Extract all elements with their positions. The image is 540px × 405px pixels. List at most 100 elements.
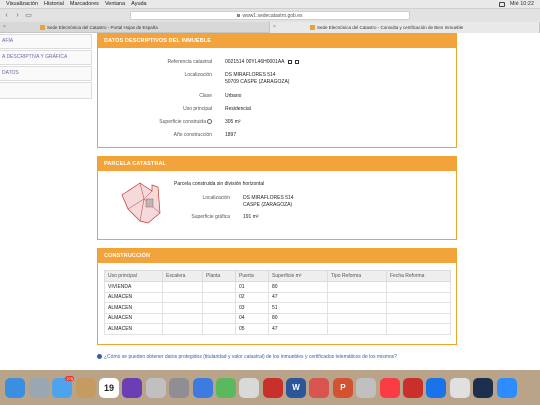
tab-label: Sede Electrónica del Catastro - Portal H… (47, 25, 158, 30)
side-nav: AFÍA A DESCRIPTIVA Y GRÁFICA DATOS (0, 33, 92, 99)
cell-escalera (162, 323, 203, 335)
settings-icon[interactable] (169, 377, 190, 398)
print-icon[interactable] (294, 59, 299, 64)
cell-puerta: 02 (235, 291, 269, 303)
sidenav-item-cartografia[interactable]: AFÍA (0, 34, 92, 49)
battery-icon[interactable] (498, 1, 505, 7)
quicktime-icon[interactable] (473, 377, 494, 398)
calendar-icon[interactable]: 19 (98, 377, 119, 398)
datos-protegidos-link[interactable]: ¿Cómo se pueden obtener datos protegidos… (97, 354, 397, 360)
safari-icon[interactable] (192, 377, 213, 398)
parcela-plan-image[interactable] (118, 177, 164, 229)
parcela-localizacion-line1: DS MIRAFLORES 514 (243, 195, 294, 201)
menubar-clock[interactable]: Mié 10:22 (510, 0, 534, 9)
imovie-icon[interactable] (122, 377, 143, 398)
preview-icon[interactable] (239, 377, 260, 398)
close-tab-icon[interactable]: × (273, 22, 276, 33)
cell-planta (202, 302, 236, 314)
chart-icon[interactable] (215, 377, 236, 398)
menu-visualizacion[interactable]: Visualización (6, 0, 38, 9)
cell-tipo-reforma (327, 281, 387, 293)
cell-tipo-reforma (327, 312, 387, 324)
cell-puerta: 04 (235, 312, 269, 324)
column-header: Superficie m² (268, 270, 328, 282)
column-header: Escalera (162, 270, 203, 282)
cell-puerta: 03 (235, 302, 269, 314)
chrome-icon[interactable] (449, 377, 470, 398)
sidenav-item-datos[interactable]: DATOS (0, 66, 92, 81)
menu-marcadores[interactable]: Marcadores (70, 0, 99, 9)
tab-hojas[interactable]: × Sede Electrónica del Catastro - Portal… (0, 22, 270, 33)
cell-escalera (162, 312, 203, 324)
cell-fecha-reforma (386, 312, 451, 324)
cell-planta (202, 291, 236, 303)
menu-bar: Visualización Historial Marcadores Venta… (0, 0, 540, 9)
tab-bien-inmueble[interactable]: × Sede Electrónica del Catastro - Consul… (270, 22, 540, 33)
menu-ayuda[interactable]: Ayuda (131, 0, 147, 9)
cell-uso: ALMACEN (104, 291, 163, 303)
parcela-localizacion-line2: CASPE (ZARAGOZA) (243, 202, 293, 208)
referencia-label: Referencia catastral (167, 59, 212, 65)
cell-superficie: 51 (268, 302, 328, 314)
menu-historial[interactable]: Historial (44, 0, 64, 9)
column-header: Planta (202, 270, 236, 282)
close-tab-icon[interactable]: × (3, 22, 6, 33)
sidenav-item-consulta-descriptiva[interactable]: A DESCRIPTIVA Y GRÁFICA (0, 50, 92, 65)
pdf-icon[interactable] (309, 377, 330, 398)
no-entry-icon-2[interactable] (356, 377, 377, 398)
parcela-superficie-value: 191 m² (243, 214, 259, 220)
column-header: Fecha Reforma (386, 270, 451, 282)
sidebar-icon[interactable]: ▭ (24, 12, 33, 20)
finder-icon[interactable] (5, 377, 26, 398)
cell-uso: VIVIENDA (104, 281, 163, 293)
parcela-localizacion-label: Localización (202, 195, 230, 201)
acrobat-icon-2[interactable] (403, 377, 424, 398)
cell-superficie: 47 (268, 291, 328, 303)
launchpad-icon[interactable] (28, 377, 49, 398)
tab-label: Sede Electrónica del Catastro - Consulta… (317, 25, 464, 30)
referencia-value: 0021514 00YL46H0001AA (225, 59, 299, 65)
parcela-superficie-label: Superficie gráfica (191, 214, 230, 220)
cell-uso: ALMACEN (104, 323, 163, 335)
cell-tipo-reforma (327, 291, 387, 303)
no-entry-icon[interactable] (145, 377, 166, 398)
address-bar[interactable]: www1.sedecatastro.gob.es (130, 11, 410, 20)
url-text: www1.sedecatastro.gob.es (242, 13, 303, 19)
panel-title: PARCELA CATASTRAL (98, 157, 456, 171)
zoom-icon[interactable] (496, 377, 517, 398)
cell-escalera (162, 302, 203, 314)
superficie-label: Superficie construida (159, 119, 206, 125)
back-icon[interactable]: ‹ (2, 12, 11, 20)
uso-value: Residencial (225, 106, 251, 112)
panel-title: DATOS DESCRIPTIVOS DEL INMUEBLE (98, 34, 456, 48)
acrobat-icon[interactable] (262, 377, 283, 398)
forward-icon[interactable]: › (13, 12, 22, 20)
word-icon[interactable]: W (286, 377, 307, 398)
cell-fecha-reforma (386, 281, 451, 293)
sidenav-item-empty[interactable] (0, 82, 92, 99)
cell-uso: ALMACEN (104, 302, 163, 314)
mail-icon[interactable]: 276 (52, 375, 75, 398)
superficie-value: 305 m² (225, 119, 241, 125)
contacts-icon[interactable] (75, 377, 96, 398)
panel-title: CONSTRUCCIÓN (98, 249, 456, 263)
tab-bar: × Sede Electrónica del Catastro - Portal… (0, 22, 540, 33)
help-icon (97, 354, 102, 360)
table-header-row: Uso principal Escalera Planta Puerta Sup… (104, 270, 451, 282)
music-icon[interactable] (379, 377, 400, 398)
cell-superficie: 80 (268, 281, 328, 293)
teamviewer-icon[interactable] (426, 377, 447, 398)
cell-puerta: 01 (235, 281, 269, 293)
info-icon[interactable] (207, 119, 212, 124)
parcela-descripcion: Parcela construida sin división horizont… (174, 181, 265, 187)
cell-fecha-reforma (386, 302, 451, 314)
menu-ventana[interactable]: Ventana (105, 0, 125, 9)
powerpoint-icon[interactable]: P (332, 377, 353, 398)
cell-uso: ALMACEN (104, 312, 163, 324)
cell-planta (202, 323, 236, 335)
datos-descriptivos-panel: DATOS DESCRIPTIVOS DEL INMUEBLE (97, 33, 457, 148)
column-header: Tipo Reforma (327, 270, 387, 282)
cell-fecha-reforma (386, 323, 451, 335)
cell-tipo-reforma (327, 302, 387, 314)
copy-icon[interactable] (287, 59, 292, 64)
